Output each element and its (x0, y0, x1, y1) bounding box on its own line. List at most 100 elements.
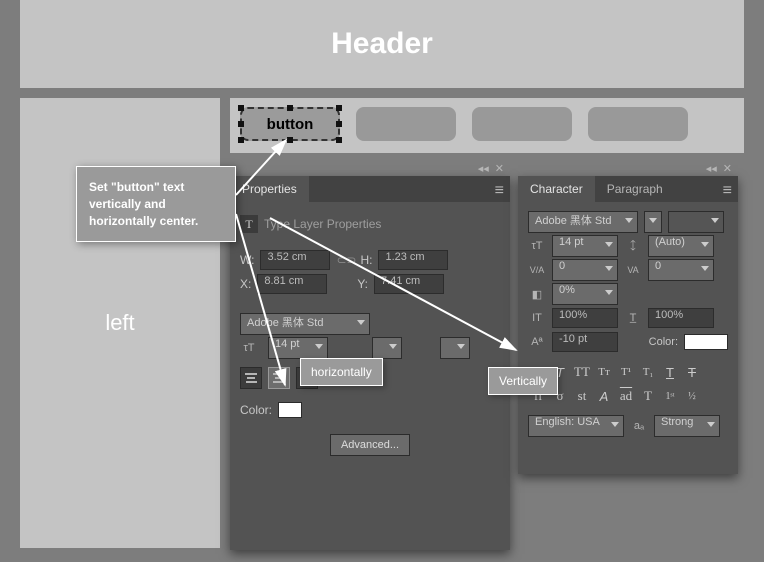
resize-handle[interactable] (336, 105, 342, 111)
font-size-icon: τT (528, 240, 546, 252)
close-icon[interactable]: ✕ (495, 162, 504, 175)
align-center-button[interactable] (268, 367, 290, 389)
chevron-down-icon (649, 218, 657, 223)
h-label: H: (360, 253, 372, 267)
hscale-input[interactable]: 100% (648, 308, 714, 328)
ordinal-button[interactable]: 1ˢᵗ (660, 387, 680, 405)
color-label: Color: (624, 336, 678, 348)
left-label: left (105, 310, 134, 336)
pct-select[interactable]: 0% (552, 283, 618, 305)
panel-menu-icon[interactable]: ≡ (723, 182, 732, 200)
text-color-swatch[interactable] (278, 402, 302, 418)
titling-button[interactable]: ad (616, 387, 636, 405)
link-wh-icon[interactable]: ⊂⊃ (336, 253, 354, 267)
tab-paragraph[interactable]: Paragraph (595, 176, 675, 202)
language-select[interactable]: English: USA (528, 415, 624, 437)
font-style-select[interactable] (644, 211, 662, 233)
y-input[interactable]: 7.41 cm (374, 274, 444, 294)
tab-properties[interactable]: Properties (230, 176, 309, 202)
vscale-input[interactable]: 100% (552, 308, 618, 328)
character-panel: ◂◂ ✕ Character Paragraph ≡ Adobe 黑体 Std … (518, 176, 738, 474)
vscale-icon: IT (528, 312, 546, 324)
selected-button-text: button (267, 116, 314, 133)
width-input[interactable]: 3.52 cm (260, 250, 330, 270)
tracking-icon: VA (624, 265, 642, 275)
tooltip-vertically: Vertically (488, 367, 558, 395)
chevron-down-icon (357, 320, 365, 325)
w-label: W: (240, 253, 254, 267)
x-input[interactable]: 8.81 cm (257, 274, 327, 294)
chevron-down-icon (701, 266, 709, 271)
chevron-down-icon (605, 266, 613, 271)
contextual-button[interactable]: T (638, 387, 658, 405)
va-icon: V/A (528, 265, 546, 275)
tracking-select[interactable]: 0 (648, 259, 714, 281)
superscript-button[interactable]: T¹ (616, 363, 636, 381)
collapse-icon[interactable]: ◂◂ (478, 162, 489, 175)
resize-handle[interactable] (287, 105, 293, 111)
instruction-callout: Set "button" text vertically and horizon… (76, 166, 236, 242)
baseline-shift-icon: Aª (528, 336, 546, 348)
font-family-select[interactable]: Adobe 黑体 Std (528, 211, 638, 233)
y-label: Y: (357, 277, 368, 291)
scale-icon: ◧ (528, 288, 546, 301)
subscript-button[interactable]: T₁ (638, 363, 658, 381)
chevron-down-icon (625, 218, 633, 223)
underline-button[interactable]: T (660, 363, 680, 381)
tracking-select[interactable] (372, 337, 402, 359)
resize-handle[interactable] (336, 121, 342, 127)
button-placeholder[interactable] (472, 107, 572, 141)
chevron-down-icon (701, 242, 709, 247)
smallcaps-button[interactable]: Tᴛ (594, 363, 614, 381)
kerning-select[interactable]: 0 (552, 259, 618, 281)
type-icon: T (240, 215, 258, 233)
chevron-down-icon (389, 344, 397, 349)
resize-handle[interactable] (238, 137, 244, 143)
panel-controls: ◂◂ ✕ (478, 162, 504, 175)
swash-button[interactable]: A (594, 387, 614, 405)
chevron-down-icon (315, 344, 323, 349)
button-placeholder[interactable] (588, 107, 688, 141)
button-placeholder[interactable] (356, 107, 456, 141)
stylistic-button[interactable]: st (572, 387, 592, 405)
font-family-select[interactable]: Adobe 黑体 Std (240, 313, 370, 335)
resize-handle[interactable] (336, 137, 342, 143)
panel-controls: ◂◂ ✕ (706, 162, 732, 175)
leading-select[interactable]: (Auto) (648, 235, 714, 257)
chevron-down-icon (457, 344, 465, 349)
section-title: Type Layer Properties (264, 217, 381, 231)
leading-icon: 🡙 (624, 237, 642, 256)
selected-button[interactable]: button (240, 107, 340, 141)
font-size-select[interactable]: 14 pt (552, 235, 618, 257)
font-size-select[interactable]: 14 pt (268, 337, 328, 359)
font-style-value[interactable] (668, 211, 724, 233)
height-input[interactable]: 1.23 cm (378, 250, 448, 270)
align-left-button[interactable] (240, 367, 262, 389)
x-label: X: (240, 277, 251, 291)
strikethrough-button[interactable]: T (682, 363, 702, 381)
allcaps-button[interactable]: TT (572, 363, 592, 381)
tooltip-horizontally: horizontally (300, 358, 383, 386)
antialias-select[interactable]: Strong (654, 415, 720, 437)
color-label: Color: (240, 403, 272, 417)
resize-handle[interactable] (238, 105, 244, 111)
tab-character[interactable]: Character (518, 176, 595, 202)
chevron-down-icon (605, 242, 613, 247)
resize-handle[interactable] (287, 137, 293, 143)
panel-menu-icon[interactable]: ≡ (495, 182, 504, 200)
close-icon[interactable]: ✕ (723, 162, 732, 175)
hscale-icon: T̲ (624, 312, 642, 324)
fractions-button[interactable]: ½ (682, 387, 702, 405)
resize-handle[interactable] (238, 121, 244, 127)
page-header: Header (20, 0, 744, 88)
header-title: Header (331, 27, 433, 61)
chevron-down-icon (611, 422, 619, 427)
advanced-button[interactable]: Advanced... (330, 434, 410, 456)
collapse-icon[interactable]: ◂◂ (706, 162, 717, 175)
baseline-input[interactable]: -10 pt (552, 332, 618, 352)
aux-select[interactable] (440, 337, 470, 359)
text-color-swatch[interactable] (684, 334, 728, 350)
chevron-down-icon (711, 218, 719, 223)
font-size-icon: τT (240, 342, 258, 354)
chevron-down-icon (707, 422, 715, 427)
